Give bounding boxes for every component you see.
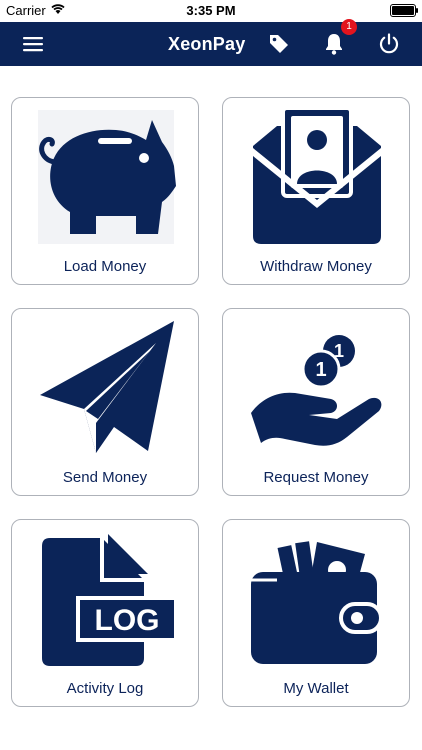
svg-text:1: 1 [315, 359, 326, 381]
my-wallet-label: My Wallet [283, 680, 349, 697]
cash-envelope-icon [253, 106, 381, 244]
piggy-bank-icon [38, 110, 176, 244]
withdraw-money-label: Withdraw Money [260, 258, 372, 275]
tag-icon [270, 35, 288, 53]
status-bar: Carrier 3:35 PM [0, 0, 422, 22]
logout-button[interactable] [373, 28, 405, 60]
my-wallet-tile[interactable]: My Wallet [222, 519, 410, 707]
send-money-tile[interactable]: Send Money [11, 308, 199, 496]
menu-button[interactable] [17, 28, 49, 60]
paper-plane-icon [40, 321, 174, 453]
activity-log-tile[interactable]: LOG Activity Log [11, 519, 199, 707]
wallet-icon [251, 541, 383, 664]
app-title: XeonPay [168, 34, 246, 54]
menu-icon [23, 37, 43, 52]
log-icon-text: LOG [95, 604, 160, 637]
notification-badge: 1 [341, 19, 357, 35]
battery-icon [390, 4, 418, 17]
offers-button[interactable] [263, 28, 295, 60]
clock: 3:35 PM [186, 3, 236, 18]
activity-log-label: Activity Log [66, 680, 144, 697]
log-file-icon: LOG [42, 534, 176, 666]
withdraw-money-tile[interactable]: Withdraw Money [222, 97, 410, 285]
request-money-tile[interactable]: 1 1 Request Money [222, 308, 410, 496]
request-money-label: Request Money [263, 469, 369, 486]
app-header: XeonPay 1 [0, 19, 422, 66]
load-money-label: Load Money [63, 258, 147, 275]
bell-icon [326, 34, 342, 55]
power-icon [379, 33, 399, 54]
load-money-tile[interactable]: Load Money [11, 97, 199, 285]
hand-coins-icon: 1 1 [251, 335, 382, 446]
send-money-label: Send Money [62, 469, 148, 486]
